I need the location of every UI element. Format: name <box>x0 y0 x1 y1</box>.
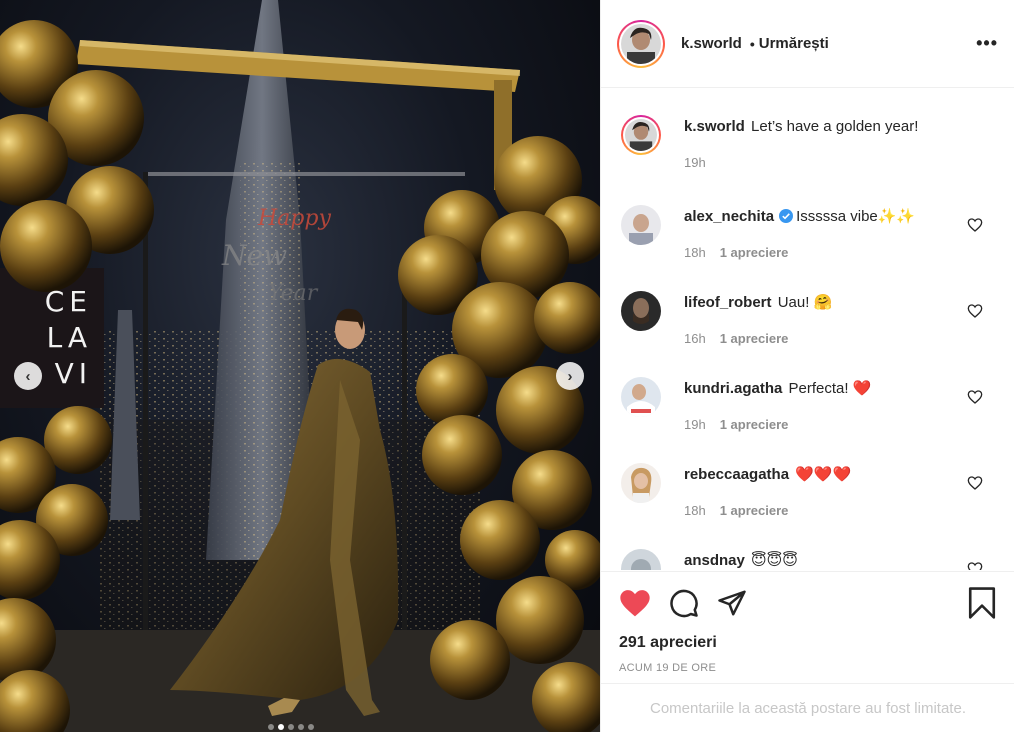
likes-count[interactable]: 291 aprecieri <box>619 634 997 652</box>
comment-username[interactable]: ansdnay <box>684 552 745 569</box>
comments-limited-notice: Comentariile la această postare au fost … <box>601 683 1014 732</box>
verified-badge-icon <box>779 209 794 223</box>
carousel-dot <box>288 724 294 730</box>
comment-text: Isssssa vibe✨✨ <box>796 208 916 225</box>
commenter-avatar[interactable] <box>621 377 661 417</box>
comment-time[interactable]: 16h <box>684 331 706 346</box>
chevron-left-icon: ‹ <box>25 367 31 385</box>
username-link[interactable]: k.sworld <box>681 35 742 52</box>
carousel-dot <box>298 724 304 730</box>
comment-icon[interactable] <box>669 588 699 618</box>
previous-photo-button[interactable]: ‹ <box>14 362 42 390</box>
like-comment-heart-icon[interactable] <box>967 217 983 233</box>
comment-likes[interactable]: 1 apreciere <box>720 417 789 432</box>
share-icon[interactable] <box>717 588 747 618</box>
instagram-post: Happy New Year CE LA VI ‹ › k.sworld • U… <box>0 0 1014 732</box>
caption-row: k.sworld Let’s have a golden year! 19h <box>621 115 1001 170</box>
post-side-panel: k.sworld • Urmărești ••• k.sworld Let’s … <box>600 0 1014 732</box>
story-ring[interactable] <box>617 19 665 68</box>
comment-likes[interactable]: 1 apreciere <box>720 503 789 518</box>
comment-time[interactable]: 19h <box>684 417 706 432</box>
svg-text:New: New <box>221 239 287 272</box>
separator-dot: • <box>749 35 755 52</box>
like-heart-icon[interactable] <box>619 588 651 618</box>
post-media[interactable]: Happy New Year CE LA VI ‹ › <box>0 0 600 732</box>
sign-line: LA <box>46 321 92 354</box>
following-status[interactable]: Urmărești <box>759 35 829 52</box>
comment-row: alex_nechita Isssssa vibe✨✨ 18h 1 aprecier… <box>621 205 1001 260</box>
post-timestamp[interactable]: ACUM 19 DE ORE <box>619 662 997 674</box>
chevron-right-icon: › <box>567 367 573 385</box>
comment-row: rebeccaagatha ❤️❤️❤️ 18h 1 apreciere <box>621 463 1001 518</box>
comment-row: kundri.agatha Perfecta! ❤️ 19h 1 aprecier… <box>621 377 1001 432</box>
carousel-indicator <box>268 724 314 730</box>
sign-line: CE <box>44 285 92 318</box>
commenter-avatar[interactable] <box>621 291 661 331</box>
comment-row: ansdnay 😇😇😇 <box>621 549 1001 570</box>
caption-text: Let’s have a golden year! <box>751 118 919 135</box>
comment-username[interactable]: rebeccaagatha <box>684 466 789 483</box>
next-photo-button[interactable]: › <box>556 362 584 390</box>
comment-username[interactable]: k.sworld <box>684 118 745 135</box>
comment-text: Perfecta! ❤️ <box>788 380 872 397</box>
commenter-avatar[interactable] <box>621 549 661 570</box>
commenter-avatar[interactable] <box>621 205 661 245</box>
comment-time[interactable]: 18h <box>684 245 706 260</box>
comment-text: ❤️❤️❤️ <box>795 466 852 483</box>
comment-time[interactable]: 18h <box>684 503 706 518</box>
like-comment-heart-icon[interactable] <box>967 475 983 491</box>
like-comment-heart-icon[interactable] <box>967 303 983 319</box>
carousel-dot <box>268 724 274 730</box>
post-actions: 291 aprecieri ACUM 19 DE ORE <box>601 571 1014 683</box>
like-comment-heart-icon[interactable] <box>967 389 983 405</box>
comment-row: lifeof_robert Uau! 🤗 16h 1 apreciere <box>621 291 1001 346</box>
caption-time[interactable]: 19h <box>684 155 706 170</box>
avatar[interactable] <box>625 119 657 151</box>
like-comment-heart-icon[interactable] <box>967 561 983 570</box>
carousel-dot-active <box>278 724 284 730</box>
svg-text:Happy: Happy <box>257 206 331 231</box>
comment-likes[interactable]: 1 apreciere <box>720 331 789 346</box>
comment-username[interactable]: alex_nechita <box>684 208 774 225</box>
comment-username[interactable]: lifeof_robert <box>684 294 772 311</box>
comment-likes[interactable]: 1 apreciere <box>720 245 789 260</box>
avatar[interactable] <box>621 23 661 64</box>
comment-text: 😇😇😇 <box>751 552 798 569</box>
carousel-dot <box>308 724 314 730</box>
comment-username[interactable]: kundri.agatha <box>684 380 782 397</box>
comments-list[interactable]: k.sworld Let’s have a golden year! 19h a… <box>601 89 1014 570</box>
more-options-icon[interactable]: ••• <box>976 33 998 54</box>
comment-text: Uau! 🤗 <box>777 294 833 311</box>
svg-text:Year: Year <box>268 281 319 306</box>
story-ring[interactable] <box>621 115 661 155</box>
post-header: k.sworld • Urmărești ••• <box>601 0 1014 88</box>
save-bookmark-icon[interactable] <box>967 586 997 620</box>
commenter-avatar[interactable] <box>621 463 661 503</box>
